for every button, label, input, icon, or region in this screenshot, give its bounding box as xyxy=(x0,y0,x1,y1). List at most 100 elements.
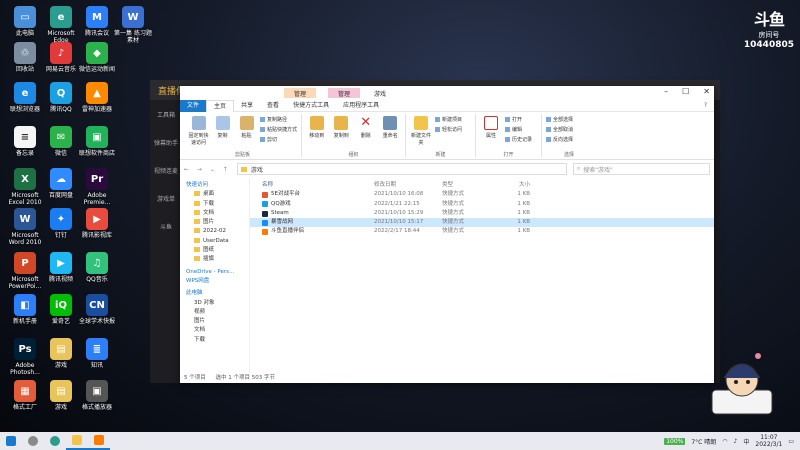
nav-onedrive[interactable]: OneDrive - Pers... xyxy=(180,268,249,277)
minimize-icon[interactable]: – xyxy=(664,87,668,96)
nav-pc-item[interactable]: 图片 xyxy=(180,317,249,326)
app-icon: ♫ xyxy=(86,252,108,274)
tab-share[interactable]: 共享 xyxy=(234,100,260,112)
file-row[interactable]: 5E对战平台 2021/10/10 16:08 快捷方式 1 KB xyxy=(250,190,714,199)
watermark-sub: 房间号 xyxy=(758,31,780,39)
file-date: 2022/1/21 22:15 xyxy=(374,200,420,207)
file-name: Steam xyxy=(271,209,289,216)
tab-manage-app[interactable]: 管理 xyxy=(328,88,361,98)
shortcut-icon xyxy=(262,219,268,226)
desktop-icon[interactable]: ▣ 格式播放器 xyxy=(76,380,118,411)
file-row[interactable]: Steam 2021/10/10 15:29 快捷方式 1 KB xyxy=(250,209,714,218)
bg-side-item[interactable]: 斗鱼 xyxy=(150,212,182,240)
easy-access-button[interactable]: 轻松访问 xyxy=(435,126,462,133)
nav-item[interactable]: 图片 xyxy=(180,218,249,227)
status-bar: 5 个项目 选中 1 个项目 503 字节 xyxy=(180,373,714,383)
app-icon: ▲ xyxy=(86,82,108,104)
nav-item[interactable]: 2022-02 xyxy=(180,227,249,236)
taskbar-explorer[interactable] xyxy=(66,432,88,450)
paste-shortcut-button[interactable]: 粘贴快捷方式 xyxy=(260,126,297,133)
desktop-icon[interactable]: ≣ 知讯 xyxy=(76,338,118,369)
nav-pc-item[interactable]: 3D 对象 xyxy=(180,299,249,308)
edit-button[interactable]: 编辑 xyxy=(505,126,532,133)
column-name[interactable]: 名称 xyxy=(250,181,374,190)
address-bar[interactable]: 游戏 xyxy=(236,163,567,175)
tab-app-tools[interactable]: 应用程序工具 xyxy=(336,100,386,112)
file-type: 快捷方式 xyxy=(442,209,465,216)
battery-indicator[interactable]: 100% xyxy=(664,437,686,445)
tab-manage-shortcut[interactable]: 管理 xyxy=(284,88,317,98)
bg-side-item[interactable]: 游戏单 xyxy=(150,184,182,212)
app-icon: W xyxy=(14,208,36,230)
taskbar-douyu[interactable] xyxy=(88,432,110,450)
column-size[interactable]: 大小 xyxy=(496,181,536,190)
bg-side-item[interactable]: 弹幕助手 xyxy=(150,128,182,156)
new-item-button[interactable]: 新建项目 xyxy=(435,116,462,123)
shortcut-icon xyxy=(262,229,268,236)
tab-file[interactable]: 文件 xyxy=(180,99,207,112)
file-name: 5E对战平台 xyxy=(271,191,300,198)
tab-view[interactable]: 查看 xyxy=(260,100,286,112)
wifi-icon[interactable]: ◠ xyxy=(722,438,727,445)
nav-item[interactable]: 文档 xyxy=(180,209,249,218)
history-button[interactable]: 历史记录 xyxy=(505,136,532,143)
nav-item[interactable]: 桌面 xyxy=(180,190,249,199)
nav-quick-access[interactable]: 快速访问 xyxy=(180,181,249,190)
desktop-icon[interactable]: W 第一集 练习题素材 xyxy=(112,6,154,44)
select-none-button[interactable]: 全部取消 xyxy=(546,126,573,133)
desktop-icon[interactable]: CN 全球学术快报 xyxy=(76,294,118,325)
open-button[interactable]: 打开 xyxy=(505,116,532,123)
paste-label: 粘贴 xyxy=(241,133,252,139)
tab-home[interactable]: 主页 xyxy=(206,99,235,112)
maximize-icon[interactable]: ☐ xyxy=(682,87,689,96)
file-name-cell: 暴雪战网 xyxy=(250,218,374,227)
nav-item[interactable]: 下载 xyxy=(180,200,249,209)
weather-label[interactable]: 7°C 晴朗 xyxy=(691,437,716,446)
desktop-icon[interactable]: ▲ 雷神加速器 xyxy=(76,82,118,113)
nav-pc-item[interactable]: 文档 xyxy=(180,326,249,335)
search-input[interactable]: ⌕ 搜索"游戏" xyxy=(572,163,710,175)
file-row[interactable]: 暴雪战网 2021/10/10 15:17 快捷方式 1 KB xyxy=(250,218,714,228)
file-row[interactable]: QQ游戏 2022/1/21 22:15 快捷方式 1 KB xyxy=(250,200,714,209)
nav-pc-item[interactable]: 下载 xyxy=(180,336,249,345)
desktop-icon[interactable]: ♫ QQ音乐 xyxy=(76,252,118,283)
volume-icon[interactable]: ♪ xyxy=(734,438,738,445)
desktop-icon[interactable]: Pr Adobe Premie... xyxy=(76,168,118,206)
copy-path-button[interactable]: 复制路径 xyxy=(260,116,297,123)
help-icon[interactable]: ? xyxy=(697,100,714,112)
bg-side-item[interactable]: 视频连麦 xyxy=(150,156,182,184)
desktop-icon[interactable]: ◆ 微信运动新闻 xyxy=(76,42,118,73)
clock-date: 2022/3/1 xyxy=(755,441,783,448)
file-name: 斗鱼直播伴侣 xyxy=(271,228,305,235)
clock[interactable]: 11:07 2022/3/1 xyxy=(755,434,782,448)
cut-button[interactable]: 剪切 xyxy=(260,136,297,143)
nav-wps[interactable]: WPS网盘 xyxy=(180,277,249,286)
close-icon[interactable]: ✕ xyxy=(703,87,710,96)
column-date[interactable]: 修改日期 xyxy=(374,181,442,190)
file-date: 2021/10/10 16:08 xyxy=(374,191,424,198)
file-row[interactable]: 斗鱼直播伴侣 2022/2/17 18:44 快捷方式 1 KB xyxy=(250,227,714,236)
nav-arrows[interactable]: ← → ⌄ ↑ xyxy=(184,166,231,173)
file-type: 快捷方式 xyxy=(442,200,465,207)
taskbar-edge[interactable] xyxy=(44,432,66,450)
nav-item[interactable]: 图纸 xyxy=(180,246,249,255)
watermark-brand: 斗鱼 xyxy=(753,10,785,29)
file-name: 暴雪战网 xyxy=(271,219,294,226)
start-button[interactable] xyxy=(0,432,22,450)
nav-this-pc[interactable]: 此电脑 xyxy=(180,289,249,298)
notification-icon[interactable]: ▭ xyxy=(788,438,794,445)
nav-item[interactable]: UserData xyxy=(180,237,249,246)
select-all-button[interactable]: 全部选择 xyxy=(546,116,573,123)
invert-selection-button[interactable]: 反向选择 xyxy=(546,136,573,143)
desktop-icon[interactable]: ▶ 腾讯影视库 xyxy=(76,208,118,239)
file-name: QQ游戏 xyxy=(271,200,291,207)
taskbar-search[interactable] xyxy=(22,432,44,450)
column-type[interactable]: 类型 xyxy=(442,181,496,190)
bg-side-item[interactable]: 工具箱 xyxy=(150,100,182,128)
nav-pc-item[interactable]: 视频 xyxy=(180,308,249,317)
tab-shortcut-tools[interactable]: 快捷方式工具 xyxy=(286,100,336,112)
ime-indicator[interactable]: 中 xyxy=(743,437,749,446)
desktop-icon[interactable]: ▣ 联想软件商店 xyxy=(76,126,118,157)
column-headers: 名称 修改日期 类型 大小 xyxy=(250,181,714,190)
nav-item[interactable]: 插旗 xyxy=(180,255,249,264)
